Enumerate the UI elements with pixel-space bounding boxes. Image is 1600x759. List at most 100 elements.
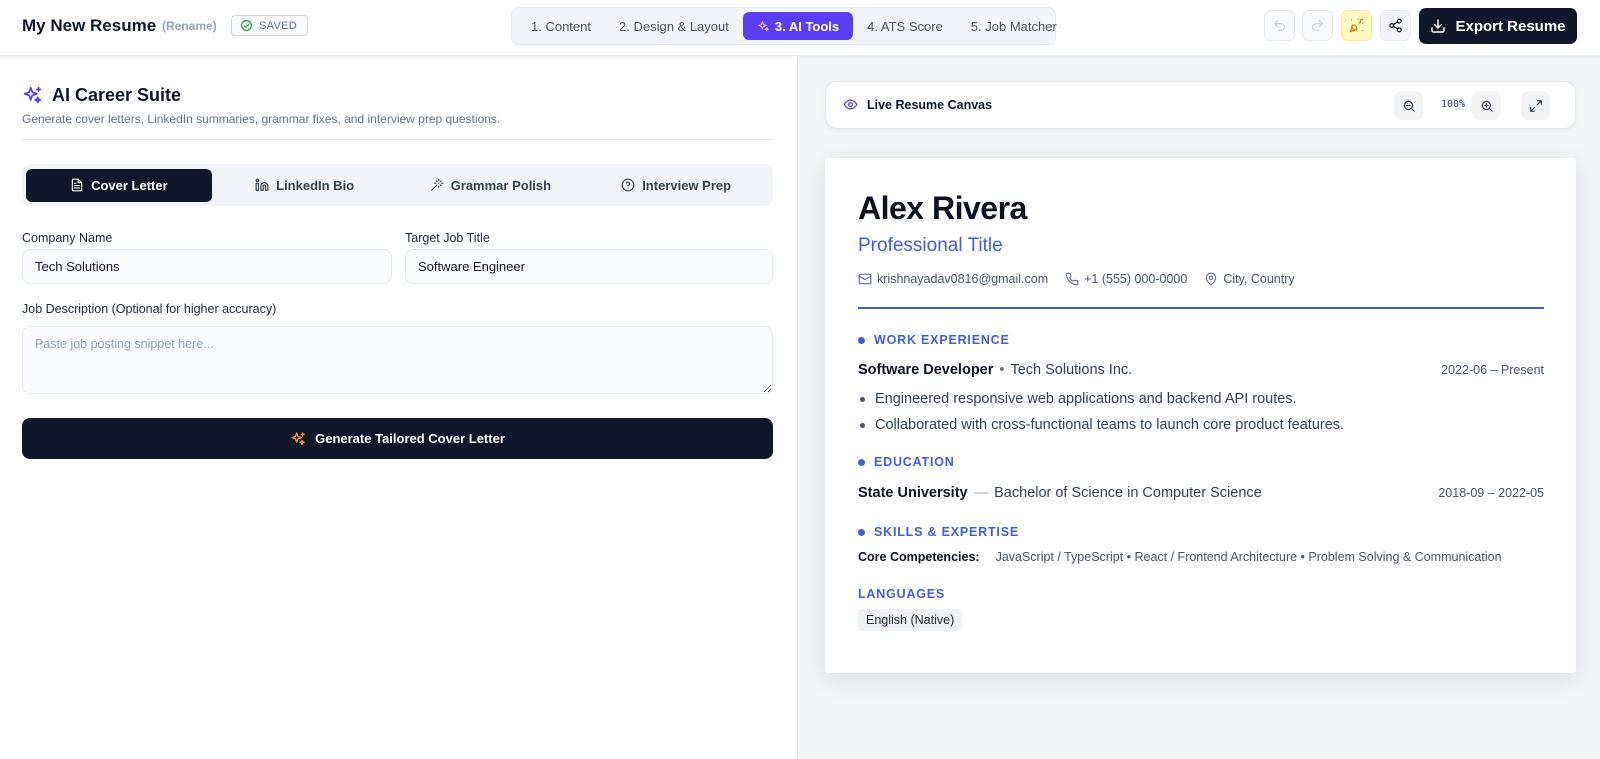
step-ai-tools-tab[interactable]: 3. AI Tools xyxy=(742,12,854,40)
ai-suite-subtitle: Generate cover letters, LinkedIn summari… xyxy=(22,112,501,126)
export-resume-button[interactable]: Export Resume xyxy=(1419,8,1577,44)
job-bullet: Collaborated with cross-functional teams… xyxy=(858,412,1544,438)
tab-interview-prep-label: Interview Prep xyxy=(642,177,732,193)
sparkles-icon xyxy=(757,20,770,33)
canvas-toolbar: Live Resume Canvas 100% xyxy=(825,81,1576,129)
file-text-icon xyxy=(70,178,84,192)
ai-tool-tabs: Cover Letter LinkedIn Bio Grammar Polish… xyxy=(22,164,773,206)
job-dates: 2022-06 – Present xyxy=(1441,363,1544,377)
skills-heading: SKILLS & EXPERTISE xyxy=(858,525,1019,539)
zoom-in-icon xyxy=(1480,99,1494,113)
education-dates: 2018-09 – 2022-05 xyxy=(1438,486,1544,500)
work-experience-title: WORK EXPERIENCE xyxy=(874,333,1010,347)
contact-phone-text: +1 (555) 000-0000 xyxy=(1084,272,1188,286)
job-bullets: Engineered responsive web applications a… xyxy=(858,386,1544,438)
share-button[interactable] xyxy=(1380,10,1411,41)
divider xyxy=(22,139,773,140)
step-design-layout-tab[interactable]: 2. Design & Layout xyxy=(605,12,743,40)
sparkles-icon xyxy=(22,85,43,106)
zoom-out-button[interactable] xyxy=(1394,91,1423,120)
phone-icon xyxy=(1065,272,1079,286)
saved-badge: SAVED xyxy=(231,15,308,36)
mail-icon xyxy=(858,272,872,286)
ai-tools-panel: AI Career Suite Generate cover letters, … xyxy=(0,56,798,759)
job-role: Software Developer xyxy=(858,362,994,378)
tab-interview-prep[interactable]: Interview Prep xyxy=(583,169,769,202)
resume-professional-title: Professional Title xyxy=(858,235,1003,256)
job-entry: Software Developer • Tech Solutions Inc. 2… xyxy=(858,362,1544,378)
job-description-label: Job Description (Optional for higher acc… xyxy=(22,302,277,316)
job-heading: Software Developer • Tech Solutions Inc. xyxy=(858,362,1132,378)
section-dot xyxy=(858,336,865,344)
canvas-title: Live Resume Canvas xyxy=(867,97,993,112)
resume-name: Alex Rivera xyxy=(858,190,1027,226)
eye-icon xyxy=(843,97,858,112)
skills-value: JavaScript / TypeScript • React / Fronte… xyxy=(995,550,1502,564)
resume-preview-panel: Live Resume Canvas 100% Alex Rivera Prof… xyxy=(799,56,1600,759)
company-name-input[interactable] xyxy=(22,249,392,284)
tab-grammar-polish-label: Grammar Polish xyxy=(450,177,552,193)
tab-cover-letter[interactable]: Cover Letter xyxy=(26,168,212,202)
target-job-title-label: Target Job Title xyxy=(405,231,490,245)
download-icon xyxy=(1430,18,1446,34)
education-entry: State University — Bachelor of Science in … xyxy=(858,485,1544,501)
header-rule xyxy=(858,307,1544,309)
share-icon xyxy=(1388,18,1403,33)
education-title: EDUCATION xyxy=(874,455,955,469)
contact-phone: +1 (555) 000-0000 xyxy=(1065,272,1187,286)
generate-cover-letter-label: Generate Tailored Cover Letter xyxy=(315,431,505,446)
help-circle-icon xyxy=(621,178,635,192)
magic-wand-icon xyxy=(430,178,444,192)
job-company: Tech Solutions Inc. xyxy=(1010,362,1133,378)
ai-suite-title: AI Career Suite xyxy=(52,85,182,105)
step-ai-tools-label: 3. AI Tools xyxy=(774,18,840,34)
zoom-in-button[interactable] xyxy=(1472,91,1501,120)
redo-icon xyxy=(1310,18,1325,33)
contact-location-text: City, Country xyxy=(1223,272,1295,286)
saved-label: SAVED xyxy=(259,19,297,32)
top-bar: My New Resume (Rename) SAVED 1. Content … xyxy=(0,0,1600,56)
section-dot xyxy=(858,458,865,466)
tab-linkedin-bio[interactable]: LinkedIn Bio xyxy=(212,169,398,202)
job-separator: • xyxy=(999,362,1005,378)
step-ats-score-tab[interactable]: 4. ATS Score xyxy=(853,12,957,40)
education-heading: EDUCATION xyxy=(858,455,955,469)
step-content-tab[interactable]: 1. Content xyxy=(517,12,605,40)
export-resume-label: Export Resume xyxy=(1455,17,1566,35)
rename-link[interactable]: (Rename) xyxy=(162,19,217,33)
company-name-label: Company Name xyxy=(22,231,113,245)
document-title: My New Resume xyxy=(22,16,157,35)
map-pin-icon xyxy=(1204,272,1218,286)
linkedin-icon xyxy=(255,178,269,192)
redo-button[interactable] xyxy=(1302,10,1333,41)
language-chip: English (Native) xyxy=(858,609,963,631)
contact-email-text: krishnayadav0816@gmail.com xyxy=(877,272,1049,286)
resume-contact-row: krishnayadav0816@gmail.com +1 (555) 000-… xyxy=(858,272,1312,286)
job-description-textarea[interactable] xyxy=(22,326,773,394)
undo-button[interactable] xyxy=(1264,10,1295,41)
step-navigation: 1. Content 2. Design & Layout 3. AI Tool… xyxy=(511,7,1057,45)
sparkles-icon xyxy=(290,431,306,447)
zoom-out-icon xyxy=(1402,99,1416,113)
job-bullet: Engineered responsive web applications a… xyxy=(858,386,1544,412)
canvas-heading: Live Resume Canvas xyxy=(843,97,992,112)
education-separator: — xyxy=(973,485,989,501)
education-heading-line: State University — Bachelor of Science in … xyxy=(858,485,1262,501)
languages-heading: LANGUAGES xyxy=(858,587,946,601)
resume-page: Alex Rivera Professional Title krishnaya… xyxy=(825,158,1576,673)
generate-cover-letter-button[interactable]: Generate Tailored Cover Letter xyxy=(22,418,773,459)
tab-grammar-polish[interactable]: Grammar Polish xyxy=(398,169,584,202)
celebrate-button[interactable] xyxy=(1341,10,1372,41)
step-job-matcher-tab[interactable]: 5. Job Matcher xyxy=(957,12,1071,40)
maximize-icon xyxy=(1529,99,1543,113)
tab-linkedin-bio-label: LinkedIn Bio xyxy=(276,177,355,193)
fullscreen-button[interactable] xyxy=(1521,91,1550,120)
school-name: State University xyxy=(858,485,968,501)
skills-label: Core Competencies: xyxy=(858,550,980,564)
zoom-level: 100% xyxy=(1441,99,1466,110)
section-dot xyxy=(858,528,865,536)
undo-icon xyxy=(1272,18,1287,33)
contact-email: krishnayadav0816@gmail.com xyxy=(858,272,1048,286)
tab-cover-letter-label: Cover Letter xyxy=(91,177,168,193)
target-job-title-input[interactable] xyxy=(405,249,773,284)
